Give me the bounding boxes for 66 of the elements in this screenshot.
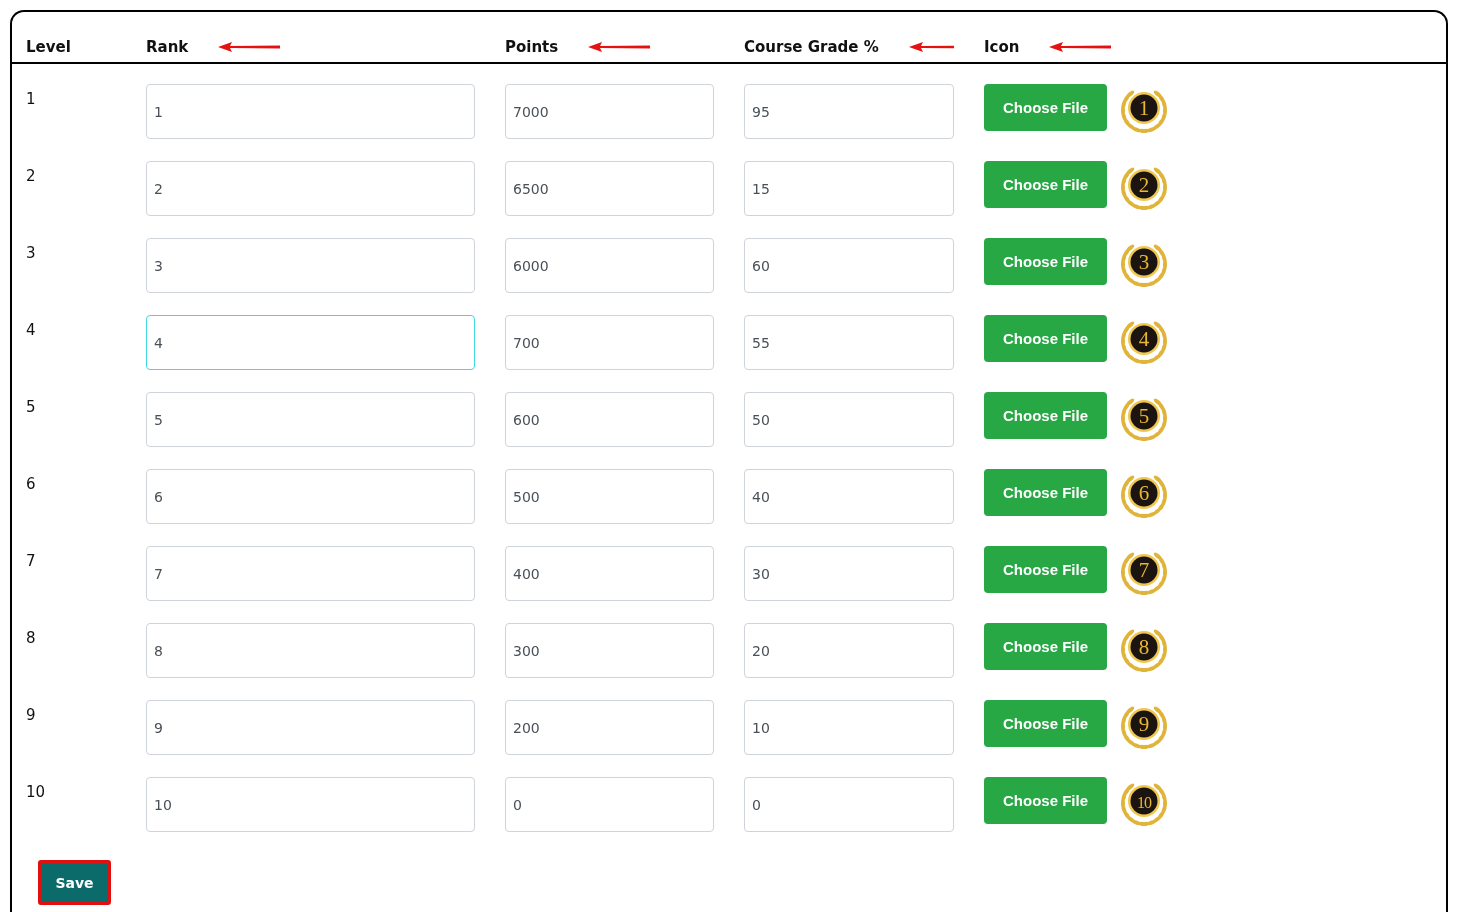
text-field[interactable]: 400 xyxy=(505,546,714,601)
level-number: 10 xyxy=(26,782,47,803)
text-field[interactable]: 7 xyxy=(146,546,475,601)
text-field[interactable]: 10 xyxy=(146,777,475,832)
text-field[interactable]: 1 xyxy=(146,84,475,139)
laurel-medal-icon xyxy=(1121,321,1167,364)
text-field[interactable]: 55 xyxy=(744,315,954,370)
column-header: Level xyxy=(26,38,71,56)
text-field[interactable]: 7000 xyxy=(505,84,714,139)
level-number: 4 xyxy=(26,320,37,341)
level-number: 9 xyxy=(26,705,37,726)
text-field[interactable]: 6500 xyxy=(505,161,714,216)
text-field[interactable]: 10 xyxy=(744,700,954,755)
text-field[interactable]: 9 xyxy=(146,700,475,755)
text-field[interactable]: 60 xyxy=(744,238,954,293)
text-field[interactable]: 500 xyxy=(505,469,714,524)
column-header: Points xyxy=(505,38,559,56)
medal-number: 2 xyxy=(1138,173,1150,197)
laurel-medal-icon xyxy=(1121,398,1167,441)
medal-number: 3 xyxy=(1138,250,1150,274)
medal-number: 8 xyxy=(1138,635,1150,659)
level-number: 8 xyxy=(26,628,37,649)
text-field[interactable]: 3 xyxy=(146,238,475,293)
level-number: 1 xyxy=(26,89,37,110)
laurel-medal-icon xyxy=(1121,706,1167,749)
laurel-medal-icon xyxy=(1121,167,1167,210)
medal-number: 9 xyxy=(1138,712,1150,736)
medal-number: 5 xyxy=(1138,404,1150,428)
text-field[interactable]: 4 xyxy=(146,315,475,370)
medal-number: 6 xyxy=(1138,481,1150,505)
text-field[interactable]: 20 xyxy=(744,623,954,678)
text-field[interactable]: 50 xyxy=(744,392,954,447)
text-field[interactable]: 300 xyxy=(505,623,714,678)
laurel-medal-icon xyxy=(1121,629,1167,672)
text-field[interactable]: 8 xyxy=(146,623,475,678)
text-field[interactable]: 2 xyxy=(146,161,475,216)
save-button[interactable]: Save xyxy=(38,860,111,905)
text-field[interactable]: 95 xyxy=(744,84,954,139)
text-field[interactable]: 200 xyxy=(505,700,714,755)
medal-number: 4 xyxy=(1138,327,1150,351)
medal-number: 10 xyxy=(1137,794,1151,811)
column-header: Icon xyxy=(984,38,1020,56)
text-field[interactable]: 15 xyxy=(744,161,954,216)
medal-number: 7 xyxy=(1138,558,1150,582)
text-field[interactable]: 5 xyxy=(146,392,475,447)
laurel-medal-icon xyxy=(1121,475,1167,518)
column-header: Course Grade % xyxy=(744,38,879,56)
laurel-medal-icon xyxy=(1121,783,1167,826)
text-field[interactable]: 700 xyxy=(505,315,714,370)
medal-number: 1 xyxy=(1138,96,1150,120)
level-number: 3 xyxy=(26,243,37,264)
column-header: Rank xyxy=(146,38,189,56)
text-field[interactable]: 6 xyxy=(146,469,475,524)
laurel-medal-icon xyxy=(1121,90,1167,133)
text-field[interactable]: 0 xyxy=(744,777,954,832)
text-field[interactable]: 40 xyxy=(744,469,954,524)
level-number: 6 xyxy=(26,474,37,495)
laurel-medal-icon xyxy=(1121,552,1167,595)
level-number: 7 xyxy=(26,551,37,572)
text-field[interactable]: 600 xyxy=(505,392,714,447)
level-number: 2 xyxy=(26,166,37,187)
level-number: 5 xyxy=(26,397,37,418)
text-field[interactable]: 0 xyxy=(505,777,714,832)
text-field[interactable]: 6000 xyxy=(505,238,714,293)
text-field[interactable]: 30 xyxy=(744,546,954,601)
laurel-medal-icon xyxy=(1121,244,1167,287)
